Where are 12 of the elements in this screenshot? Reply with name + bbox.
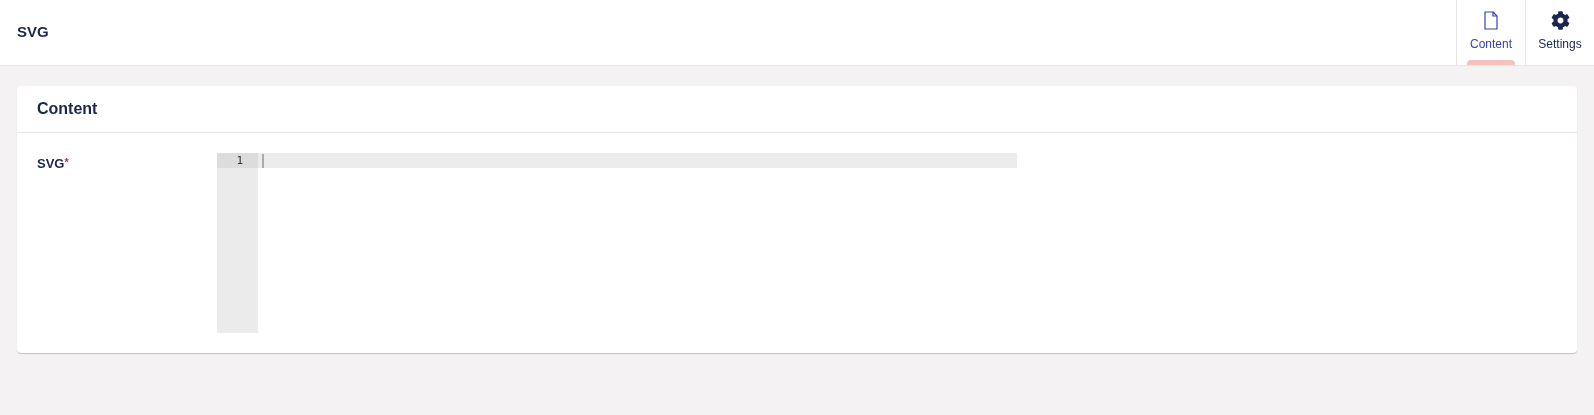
line-number: 1	[217, 153, 258, 168]
page-title: SVG	[17, 22, 49, 43]
text-cursor	[262, 153, 264, 168]
tab[interactable]: Settings	[1525, 0, 1594, 65]
panel-title: Content	[37, 99, 98, 119]
required-marker: *	[64, 156, 69, 168]
active-tab-indicator	[1467, 60, 1515, 65]
document-icon	[1484, 11, 1498, 30]
code-editor[interactable]: 1	[217, 153, 1017, 333]
settings-icon	[1550, 11, 1570, 30]
field-label: SVG	[37, 156, 65, 171]
tab[interactable]: Content	[1456, 0, 1525, 65]
